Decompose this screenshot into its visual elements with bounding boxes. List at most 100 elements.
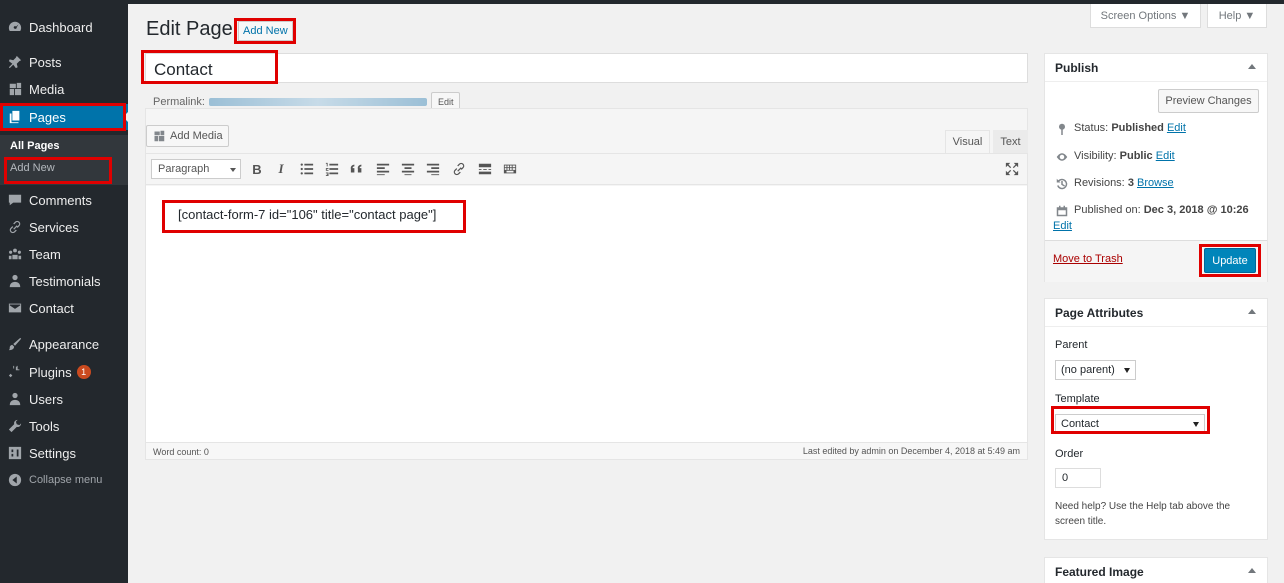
plugins-update-badge: 1 [76,365,91,379]
plugin-icon [8,365,22,379]
editor-content-area[interactable] [146,186,1027,442]
wrench-icon [8,419,22,433]
eye-icon [1055,150,1069,164]
sidebar-item-appearance[interactable]: Appearance [0,331,128,357]
collapse-toggle-icon[interactable] [1248,64,1256,69]
template-label: Template [1055,393,1100,405]
edit-visibility-link[interactable]: Edit [1156,150,1175,162]
featured-image-header[interactable]: Featured Image [1045,558,1267,583]
insert-link-icon[interactable] [451,160,467,178]
featured-image-title: Featured Image [1055,565,1144,579]
sidebar-item-label: Posts [29,54,62,70]
media-icon [8,82,22,96]
parent-select[interactable]: (no parent) [1055,360,1136,380]
preview-changes-button[interactable]: Preview Changes [1158,89,1259,113]
pin-icon [1055,122,1069,136]
publish-date-row: Published on: Dec 3, 2018 @ 10:26 [1055,204,1260,218]
sidebar-item-label: Testimonials [29,273,101,289]
add-media-button[interactable]: Add Media [146,125,229,147]
status-value: Published [1111,122,1164,134]
sidebar-item-label: Pages [29,109,66,125]
tab-text[interactable]: Text [993,130,1028,153]
help-button[interactable]: Help ▼ [1207,4,1267,28]
calendar-icon [1055,204,1069,218]
post-title-input[interactable]: Contact [145,53,1028,83]
page-title: Edit Page [146,18,233,40]
submenu-add-new[interactable]: Add New [10,162,55,174]
collapse-toggle-icon[interactable] [1248,568,1256,573]
submenu-all-pages[interactable]: All Pages [10,140,60,152]
sidebar-item-dashboard[interactable]: Dashboard [0,14,128,40]
page-attributes-title: Page Attributes [1055,306,1144,320]
chevron-down-icon [1124,368,1130,373]
align-right-icon[interactable] [425,160,441,178]
publish-visibility-row: Visibility: Public Edit [1055,150,1175,164]
align-left-icon[interactable] [375,160,391,178]
move-to-trash-link[interactable]: Move to Trash [1053,253,1123,265]
blockquote-icon[interactable] [349,160,365,178]
italic-icon[interactable]: I [273,160,289,178]
add-new-page-button[interactable]: Add New [238,21,293,41]
publish-date-edit-row: Edit [1053,220,1072,232]
toolbar-toggle-icon[interactable] [502,160,518,178]
published-on-value: Dec 3, 2018 @ 10:26 [1143,204,1249,216]
order-input[interactable]: 0 [1055,468,1101,488]
history-icon [1055,177,1069,191]
editor-content-text: [contact-form-7 id="106" title="contact … [178,207,437,222]
update-button[interactable]: Update [1204,248,1256,273]
bold-icon[interactable]: B [249,160,265,178]
sidebar-item-plugins[interactable]: Plugins 1 [0,359,128,385]
settings-icon [8,446,22,460]
person-icon [8,274,22,288]
publish-box-header[interactable]: Publish [1045,54,1267,82]
collapse-menu-button[interactable]: Collapse menu [0,467,128,493]
tab-visual[interactable]: Visual [945,130,990,153]
sidebar-item-comments[interactable]: Comments [0,187,128,213]
sidebar-item-posts[interactable]: Posts [0,49,128,75]
dashboard-icon [8,20,22,34]
current-menu-arrow [123,112,128,122]
sidebar-item-tools[interactable]: Tools [0,413,128,439]
align-center-icon[interactable] [400,160,416,178]
sidebar-item-services[interactable]: Services [0,214,128,240]
bullet-list-icon[interactable] [299,160,315,178]
envelope-icon [8,301,22,315]
word-count: Word count: 0 [153,447,209,457]
read-more-icon[interactable] [477,160,493,178]
sidebar-item-testimonials[interactable]: Testimonials [0,268,128,294]
link-icon [8,220,22,234]
revisions-value: 3 [1127,177,1134,189]
format-select[interactable]: Paragraph [151,159,241,179]
revisions-label: Revisions: [1074,177,1125,189]
permalink-url[interactable] [208,97,427,106]
sidebar-item-team[interactable]: Team [0,241,128,267]
browse-revisions-link[interactable]: Browse [1137,177,1174,189]
collapse-menu-label: Collapse menu [29,474,103,486]
sidebar-item-users[interactable]: Users [0,386,128,412]
format-select-value: Paragraph [158,163,210,175]
sidebar-item-contact[interactable]: Contact [0,295,128,321]
numbered-list-icon[interactable] [324,160,340,178]
edit-status-link[interactable]: Edit [1167,122,1186,134]
comment-icon [8,193,22,207]
sidebar-item-label: Team [29,246,61,262]
edit-date-link[interactable]: Edit [1053,220,1072,232]
sidebar-item-media[interactable]: Media [0,76,128,102]
sidebar-item-label: Contact [29,300,74,316]
visibility-value: Public [1119,150,1153,162]
screen-options-button[interactable]: Screen Options ▼ [1090,4,1201,28]
sidebar-item-pages[interactable]: Pages [0,104,128,130]
fullscreen-icon[interactable] [1004,160,1020,178]
sidebar-item-label: Appearance [29,336,100,352]
page-attributes-header[interactable]: Page Attributes [1045,299,1267,327]
template-select[interactable]: Contact [1055,414,1205,434]
users-icon [8,392,22,406]
collapse-toggle-icon[interactable] [1248,309,1256,314]
pages-icon [8,110,22,124]
sidebar-item-label: Plugins [29,364,72,380]
featured-image-box: Featured Image [1044,557,1268,583]
parent-select-value: (no parent) [1061,364,1115,376]
sidebar-item-settings[interactable]: Settings [0,440,128,466]
page-attributes-help: Need help? Use the Help tab above the sc… [1055,501,1231,527]
published-on-label: Published on: [1074,204,1141,216]
